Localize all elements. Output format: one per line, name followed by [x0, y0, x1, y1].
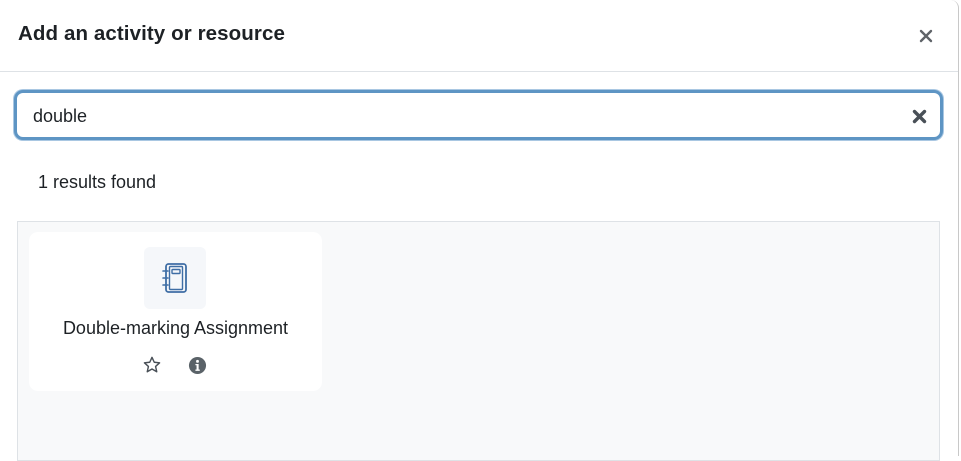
- assignment-notebook-icon: [162, 263, 187, 293]
- search-input[interactable]: [33, 105, 893, 127]
- star-favourite-button[interactable]: [141, 354, 163, 376]
- info-icon: [188, 356, 206, 374]
- results-count: 1 results found: [38, 172, 157, 192]
- close-icon: [919, 29, 933, 43]
- activity-icon-box: [144, 247, 206, 309]
- clear-search-icon: [912, 109, 926, 123]
- activity-card-double-marking-assignment[interactable]: Double-marking Assignment: [29, 232, 322, 391]
- info-button[interactable]: [186, 354, 208, 376]
- clear-search-button[interactable]: [907, 104, 931, 128]
- modal-title: Add an activity or resource: [18, 22, 286, 45]
- close-button[interactable]: [912, 22, 940, 50]
- activity-card-actions: [29, 352, 322, 378]
- add-activity-modal: Add an activity or resource 1 results fo…: [0, 0, 959, 461]
- modal-header: Add an activity or resource: [0, 0, 958, 72]
- star-outline-icon: [143, 356, 161, 373]
- activity-card-title[interactable]: Double-marking Assignment: [29, 318, 322, 339]
- search-field-wrapper: [14, 90, 943, 140]
